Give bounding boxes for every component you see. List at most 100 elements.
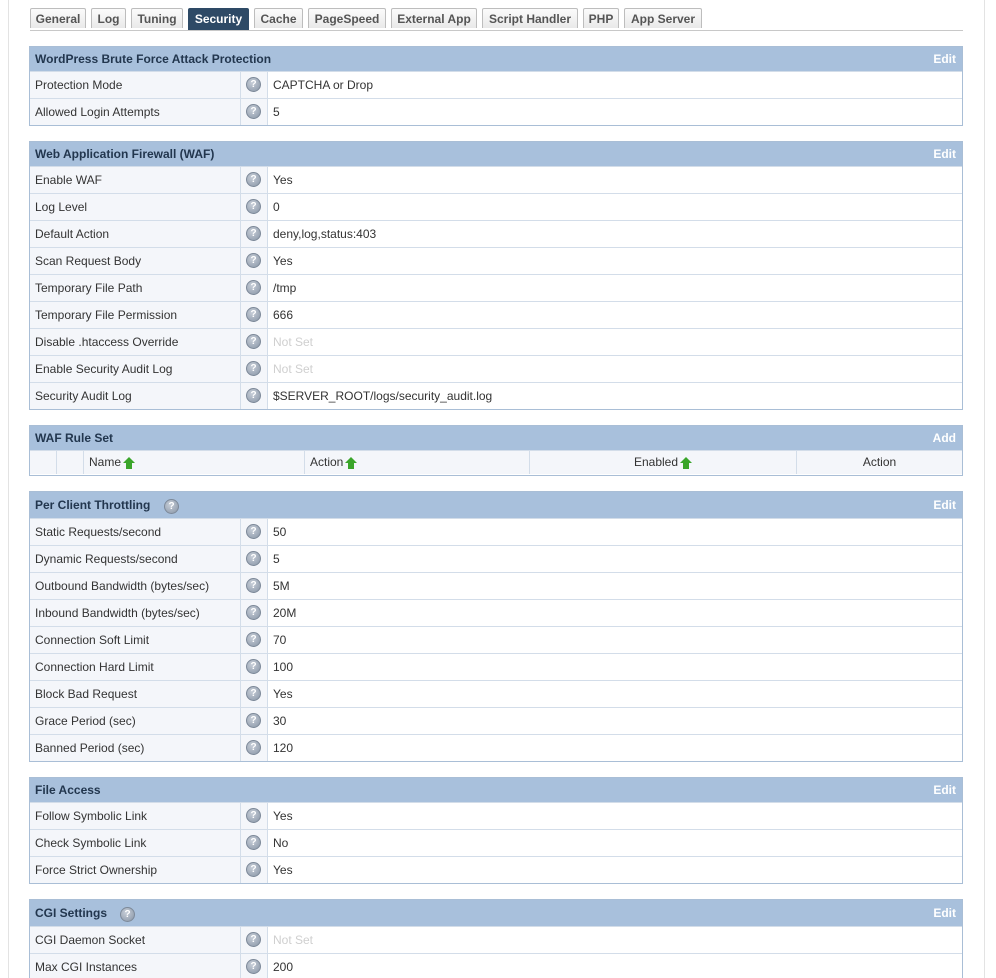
help-icon[interactable]: ?: [246, 862, 261, 877]
help-icon[interactable]: ?: [246, 551, 261, 566]
tab-cache[interactable]: Cache: [254, 8, 303, 28]
help-icon[interactable]: ?: [246, 686, 261, 701]
tab-tuning[interactable]: Tuning: [131, 8, 183, 28]
edit-button[interactable]: Edit: [933, 900, 956, 926]
help-icon[interactable]: ?: [246, 172, 261, 187]
help-cell: ?: [241, 383, 268, 409]
help-icon[interactable]: ?: [120, 907, 135, 922]
row-value: 120: [273, 741, 294, 755]
help-icon[interactable]: ?: [246, 253, 261, 268]
help-icon[interactable]: ?: [246, 334, 261, 349]
waf-section: Web Application Firewall (WAF) Edit Enab…: [29, 141, 963, 410]
name-column-header[interactable]: Name: [84, 451, 305, 474]
help-icon[interactable]: ?: [246, 740, 261, 755]
enabled-column-header[interactable]: Enabled: [530, 451, 797, 474]
help-cell: ?: [241, 627, 268, 653]
help-icon[interactable]: ?: [246, 713, 261, 728]
row-label: Security Audit Log: [30, 383, 241, 409]
help-cell: ?: [241, 248, 268, 274]
left-border: [8, 0, 9, 978]
sort-up-icon[interactable]: [345, 457, 358, 469]
help-cell: ?: [241, 600, 268, 626]
config-row: Inbound Bandwidth (bytes/sec) ? 20M: [30, 599, 962, 626]
edit-button[interactable]: Edit: [933, 142, 956, 166]
add-button[interactable]: Add: [933, 426, 956, 450]
tab-external-app[interactable]: External App: [391, 8, 477, 28]
config-row: Static Requests/second ? 50: [30, 518, 962, 545]
row-value: Yes: [273, 809, 293, 823]
action-column-header[interactable]: Action: [305, 451, 530, 474]
row-value: No: [273, 836, 289, 850]
help-icon[interactable]: ?: [246, 388, 261, 403]
tab-php[interactable]: PHP: [583, 8, 619, 28]
edit-button[interactable]: Edit: [933, 492, 956, 518]
section-title: WordPress Brute Force Attack Protection: [35, 52, 272, 66]
help-cell: ?: [241, 275, 268, 301]
config-row: Protection Mode ? CAPTCHA or Drop: [30, 71, 962, 98]
row-value: 5: [273, 105, 280, 119]
help-icon[interactable]: ?: [246, 307, 261, 322]
help-icon[interactable]: ?: [246, 659, 261, 674]
help-cell: ?: [241, 546, 268, 572]
row-value: 666: [273, 308, 294, 322]
help-cell: ?: [241, 681, 268, 707]
help-icon[interactable]: ?: [246, 835, 261, 850]
security-config-page: General Log Tuning Security Cache PageSp…: [0, 0, 996, 978]
config-row: Allowed Login Attempts ? 5: [30, 98, 962, 125]
row-label: Temporary File Permission: [30, 302, 241, 328]
row-label: Scan Request Body: [30, 248, 241, 274]
config-row: Outbound Bandwidth (bytes/sec) ? 5M: [30, 572, 962, 599]
help-icon[interactable]: ?: [246, 226, 261, 241]
row-label: Follow Symbolic Link: [30, 803, 241, 829]
config-row: Temporary File Path ? /tmp: [30, 274, 962, 301]
help-icon[interactable]: ?: [246, 578, 261, 593]
row-label: Enable WAF: [30, 167, 241, 193]
config-row: Connection Hard Limit ? 100: [30, 653, 962, 680]
throttling-section: Per Client Throttling ? Edit Static Requ…: [29, 491, 963, 762]
tab-general[interactable]: General: [30, 8, 86, 28]
help-icon[interactable]: ?: [246, 524, 261, 539]
row-value: Not Set: [273, 933, 314, 947]
sort-up-icon[interactable]: [123, 457, 136, 469]
help-icon[interactable]: ?: [246, 632, 261, 647]
row-value: 70: [273, 633, 287, 647]
sort-up-icon[interactable]: [680, 457, 693, 469]
config-row: Scan Request Body ? Yes: [30, 247, 962, 274]
row-value: Not Set: [273, 362, 314, 376]
help-icon[interactable]: ?: [246, 959, 261, 974]
edit-button[interactable]: Edit: [933, 778, 956, 802]
help-icon[interactable]: ?: [246, 77, 261, 92]
edit-button[interactable]: Edit: [933, 47, 956, 71]
row-value: /tmp: [273, 281, 297, 295]
help-icon[interactable]: ?: [246, 605, 261, 620]
help-icon[interactable]: ?: [246, 808, 261, 823]
section-header: Web Application Firewall (WAF) Edit: [30, 142, 962, 166]
help-icon[interactable]: ?: [246, 932, 261, 947]
help-icon[interactable]: ?: [164, 499, 179, 514]
tab-app-server[interactable]: App Server: [624, 8, 702, 28]
tab-pagespeed[interactable]: PageSpeed: [308, 8, 386, 28]
config-row: Check Symbolic Link ? No: [30, 829, 962, 856]
row-label: Force Strict Ownership: [30, 857, 241, 883]
tab-log[interactable]: Log: [91, 8, 126, 28]
help-icon[interactable]: ?: [246, 104, 261, 119]
tab-security[interactable]: Security: [188, 8, 249, 30]
help-icon[interactable]: ?: [246, 199, 261, 214]
help-icon[interactable]: ?: [246, 361, 261, 376]
config-row: Grace Period (sec) ? 30: [30, 707, 962, 734]
row-label: Grace Period (sec): [30, 708, 241, 734]
tab-script-handler[interactable]: Script Handler: [482, 8, 578, 28]
row-label: Static Requests/second: [30, 519, 241, 545]
row-label: Max CGI Instances: [30, 954, 241, 978]
help-cell: ?: [241, 573, 268, 599]
help-icon[interactable]: ?: [246, 280, 261, 295]
section-title: Web Application Firewall (WAF): [35, 147, 215, 161]
config-row: Connection Soft Limit ? 70: [30, 626, 962, 653]
help-cell: ?: [241, 830, 268, 856]
row-value: 50: [273, 525, 287, 539]
row-label: Connection Soft Limit: [30, 627, 241, 653]
config-row: Disable .htaccess Override ? Not Set: [30, 328, 962, 355]
row-value: Yes: [273, 173, 293, 187]
row-label: Banned Period (sec): [30, 735, 241, 761]
row-label: Log Level: [30, 194, 241, 220]
